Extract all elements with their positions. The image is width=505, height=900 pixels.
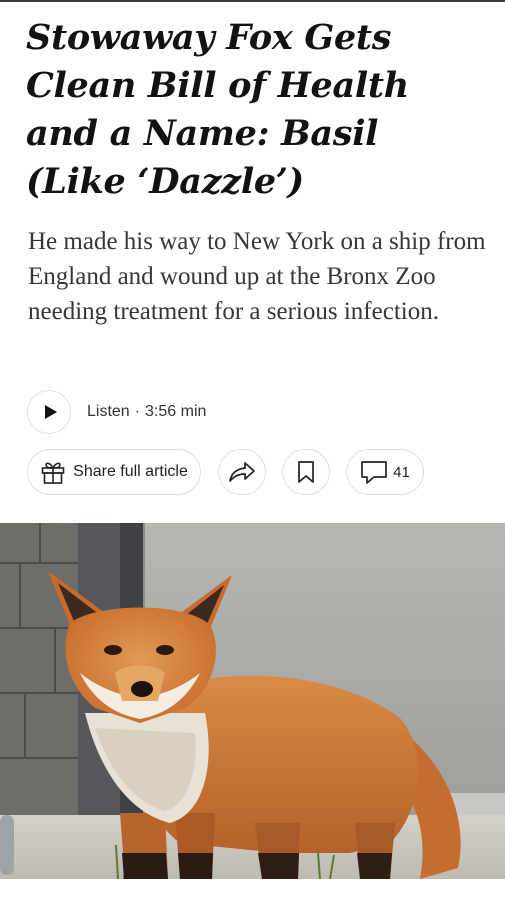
- share-full-article-button[interactable]: Share full article: [27, 449, 201, 495]
- comments-button[interactable]: 41: [346, 449, 424, 495]
- share-full-article-label: Share full article: [73, 463, 188, 480]
- listen-info[interactable]: Listen · 3:56 min: [87, 403, 206, 421]
- listen-row: Listen · 3:56 min: [27, 389, 206, 435]
- fox-photo: [0, 523, 505, 879]
- top-divider: [0, 0, 505, 2]
- article-summary: He made his way to New York on a ship fr…: [28, 228, 486, 325]
- comment-icon: [361, 461, 388, 484]
- article-actions: Share full article 41: [0, 449, 505, 497]
- listen-duration: 3:56 min: [145, 403, 207, 420]
- listen-label: Listen: [87, 403, 130, 420]
- bookmark-icon: [298, 461, 314, 483]
- bottom-bar: [0, 879, 505, 900]
- article-headline: Stowaway Fox Gets Clean Bill of Health a…: [26, 17, 409, 202]
- share-button[interactable]: [218, 449, 266, 495]
- listen-separator: ·: [134, 403, 141, 420]
- share-arrow-icon: [229, 462, 255, 482]
- gift-icon: [41, 462, 65, 484]
- save-button[interactable]: [282, 449, 330, 495]
- comment-count: 41: [393, 463, 410, 481]
- play-icon: [44, 405, 57, 419]
- play-button[interactable]: [27, 390, 71, 434]
